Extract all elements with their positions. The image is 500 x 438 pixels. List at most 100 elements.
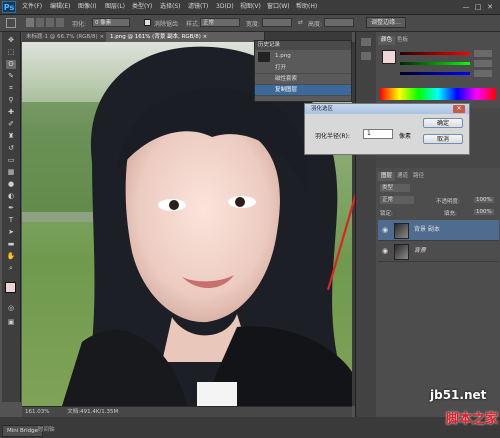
blur-tool-icon[interactable]: ● bbox=[6, 180, 16, 189]
menu-select[interactable]: 选择(S) bbox=[160, 2, 181, 12]
maximize-icon[interactable]: □ bbox=[472, 1, 484, 13]
history-item-label: 磁性套索 bbox=[275, 76, 298, 82]
menu-type[interactable]: 类型(Y) bbox=[132, 2, 152, 12]
path-select-tool-icon[interactable]: ➤ bbox=[6, 228, 16, 237]
menu-view[interactable]: 视图(V) bbox=[240, 2, 261, 12]
menu-filter[interactable]: 滤镜(T) bbox=[188, 2, 208, 12]
eyedropper-tool-icon[interactable]: ⚲ bbox=[6, 96, 16, 105]
bottom-panel-bar bbox=[0, 417, 500, 438]
minimize-icon[interactable]: — bbox=[460, 1, 472, 13]
green-value-input[interactable] bbox=[474, 60, 492, 67]
fill-value[interactable]: 100% bbox=[474, 209, 494, 215]
hand-tool-icon[interactable]: ✋ bbox=[6, 252, 16, 261]
panel-icon-strip bbox=[355, 32, 376, 417]
quick-mask-icon[interactable]: ◎ bbox=[6, 304, 16, 313]
dodge-tool-icon[interactable]: ◐ bbox=[6, 192, 16, 201]
ok-button[interactable]: 确定 bbox=[423, 118, 463, 128]
window-controls: — □ ✕ bbox=[460, 1, 496, 13]
height-input[interactable] bbox=[324, 18, 354, 27]
toolbox: ✥ ⬚ ʘ ✎ ⌗ ⚲ ✚ ✐ ♜ ↺ ▭ ▦ ● ◐ ✒ T ➤ ▬ ✋ ⌕ … bbox=[2, 32, 21, 402]
tab-untitled[interactable]: 未标题-1 @ 66.7% (RGB/8) × bbox=[22, 32, 111, 42]
style-select[interactable]: 正常 bbox=[200, 18, 240, 27]
menu-bar: Ps 文件(F) 编辑(E) 图像(I) 图层(L) 类型(Y) 选择(S) 滤… bbox=[0, 0, 500, 15]
red-slider[interactable] bbox=[400, 52, 470, 55]
blue-value-input[interactable] bbox=[474, 70, 492, 77]
antialias-checkbox[interactable] bbox=[144, 19, 151, 26]
layer-thumbnail bbox=[394, 223, 409, 239]
zoom-level[interactable]: 161.03% bbox=[22, 409, 49, 415]
blue-slider[interactable] bbox=[400, 72, 470, 75]
menu-layer[interactable]: 图层(L) bbox=[105, 2, 125, 12]
green-slider[interactable] bbox=[400, 62, 470, 65]
close-icon[interactable]: ✕ bbox=[484, 1, 496, 13]
layer-name: 背景 bbox=[414, 247, 427, 254]
snapshot-label[interactable]: 1.png bbox=[275, 53, 291, 59]
type-tool-icon[interactable]: T bbox=[6, 216, 16, 225]
intersect-selection-icon[interactable] bbox=[56, 18, 64, 27]
lock-label: 锁定: bbox=[380, 211, 393, 217]
zoom-tool-icon[interactable]: ⌕ bbox=[6, 264, 16, 273]
red-value-input[interactable] bbox=[474, 50, 492, 57]
feather-input[interactable]: 0 像素 bbox=[92, 18, 130, 27]
history-brush-tool-icon[interactable]: ↺ bbox=[6, 144, 16, 153]
opacity-label: 不透明度: bbox=[436, 199, 460, 205]
color-preview-swatch[interactable] bbox=[382, 50, 396, 64]
clone-stamp-tool-icon[interactable]: ♜ bbox=[6, 132, 16, 141]
foreground-color-swatch[interactable] bbox=[5, 282, 16, 293]
lasso-preset-icon[interactable] bbox=[6, 18, 16, 28]
subtract-selection-icon[interactable] bbox=[46, 18, 54, 27]
history-item[interactable]: 打开 bbox=[255, 63, 351, 74]
pen-tool-icon[interactable]: ✒ bbox=[6, 204, 16, 213]
timeline-tab[interactable]: 时间轴 bbox=[38, 425, 55, 435]
tab-layers[interactable]: 图层 bbox=[378, 172, 396, 181]
actions-panel-icon[interactable] bbox=[361, 52, 371, 60]
cancel-button[interactable]: 取消 bbox=[423, 134, 463, 144]
menu-3d[interactable]: 3D(D) bbox=[216, 2, 234, 12]
new-selection-icon[interactable] bbox=[26, 18, 34, 27]
layer-row[interactable]: ◉ 背景 副本 bbox=[378, 220, 499, 241]
lasso-tool-icon[interactable]: ʘ bbox=[6, 60, 16, 69]
blend-mode-select[interactable]: 正常 bbox=[380, 196, 414, 204]
snapshot-thumbnail bbox=[258, 52, 270, 62]
layer-row[interactable]: ◉ 背景 bbox=[378, 241, 499, 262]
menu-window[interactable]: 窗口(W) bbox=[267, 2, 290, 12]
history-item[interactable]: 磁性套索 bbox=[255, 74, 351, 85]
tab-paths[interactable]: 路径 bbox=[410, 172, 427, 181]
menu-file[interactable]: 文件(F) bbox=[22, 2, 42, 12]
width-input[interactable] bbox=[262, 18, 292, 27]
adjust-edge-button[interactable]: 调整边缘... bbox=[366, 17, 406, 28]
quick-select-tool-icon[interactable]: ✎ bbox=[6, 72, 16, 81]
brush-tool-icon[interactable]: ✐ bbox=[6, 120, 16, 129]
watermark-site: 脚本之家 bbox=[446, 412, 499, 427]
color-spectrum-bar[interactable] bbox=[380, 88, 496, 100]
tab-color[interactable]: 颜色 bbox=[378, 36, 396, 45]
menu-edit[interactable]: 编辑(E) bbox=[50, 2, 70, 12]
opacity-value[interactable]: 100% bbox=[474, 197, 494, 203]
eraser-tool-icon[interactable]: ▭ bbox=[6, 156, 16, 165]
layer-name: 背景 副本 bbox=[414, 226, 440, 233]
eye-icon[interactable]: ◉ bbox=[381, 247, 389, 255]
menu-image[interactable]: 图像(I) bbox=[78, 2, 96, 12]
marquee-tool-icon[interactable]: ⬚ bbox=[6, 48, 16, 57]
tab-1-png[interactable]: 1.png @ 161% (背景 副本, RGB/8) × bbox=[106, 32, 265, 42]
tab-channels[interactable]: 通道 bbox=[394, 172, 411, 181]
history-item[interactable]: 复制图层 bbox=[255, 85, 351, 96]
add-selection-icon[interactable] bbox=[36, 18, 44, 27]
gradient-tool-icon[interactable]: ▦ bbox=[6, 168, 16, 177]
move-tool-icon[interactable]: ✥ bbox=[6, 36, 16, 45]
crop-tool-icon[interactable]: ⌗ bbox=[6, 84, 16, 93]
history-panel-icon[interactable] bbox=[361, 38, 371, 46]
tab-swatches[interactable]: 色板 bbox=[394, 36, 411, 45]
dialog-close-icon[interactable]: ✕ bbox=[453, 105, 465, 113]
history-item-label: 打开 bbox=[275, 65, 287, 71]
mini-bridge-tab[interactable]: Mini Bridge bbox=[2, 425, 43, 437]
style-select-value: 正常 bbox=[203, 20, 215, 26]
layer-filter-select[interactable]: 类型 bbox=[380, 184, 410, 192]
healing-tool-icon[interactable]: ✚ bbox=[6, 108, 16, 117]
screen-mode-icon[interactable]: ▣ bbox=[6, 318, 16, 327]
radius-input[interactable]: 1 bbox=[363, 129, 393, 139]
menu-help[interactable]: 帮助(H) bbox=[296, 2, 317, 12]
swap-icon[interactable]: ⇄ bbox=[298, 19, 303, 26]
shape-tool-icon[interactable]: ▬ bbox=[6, 240, 16, 249]
eye-icon[interactable]: ◉ bbox=[381, 226, 389, 234]
